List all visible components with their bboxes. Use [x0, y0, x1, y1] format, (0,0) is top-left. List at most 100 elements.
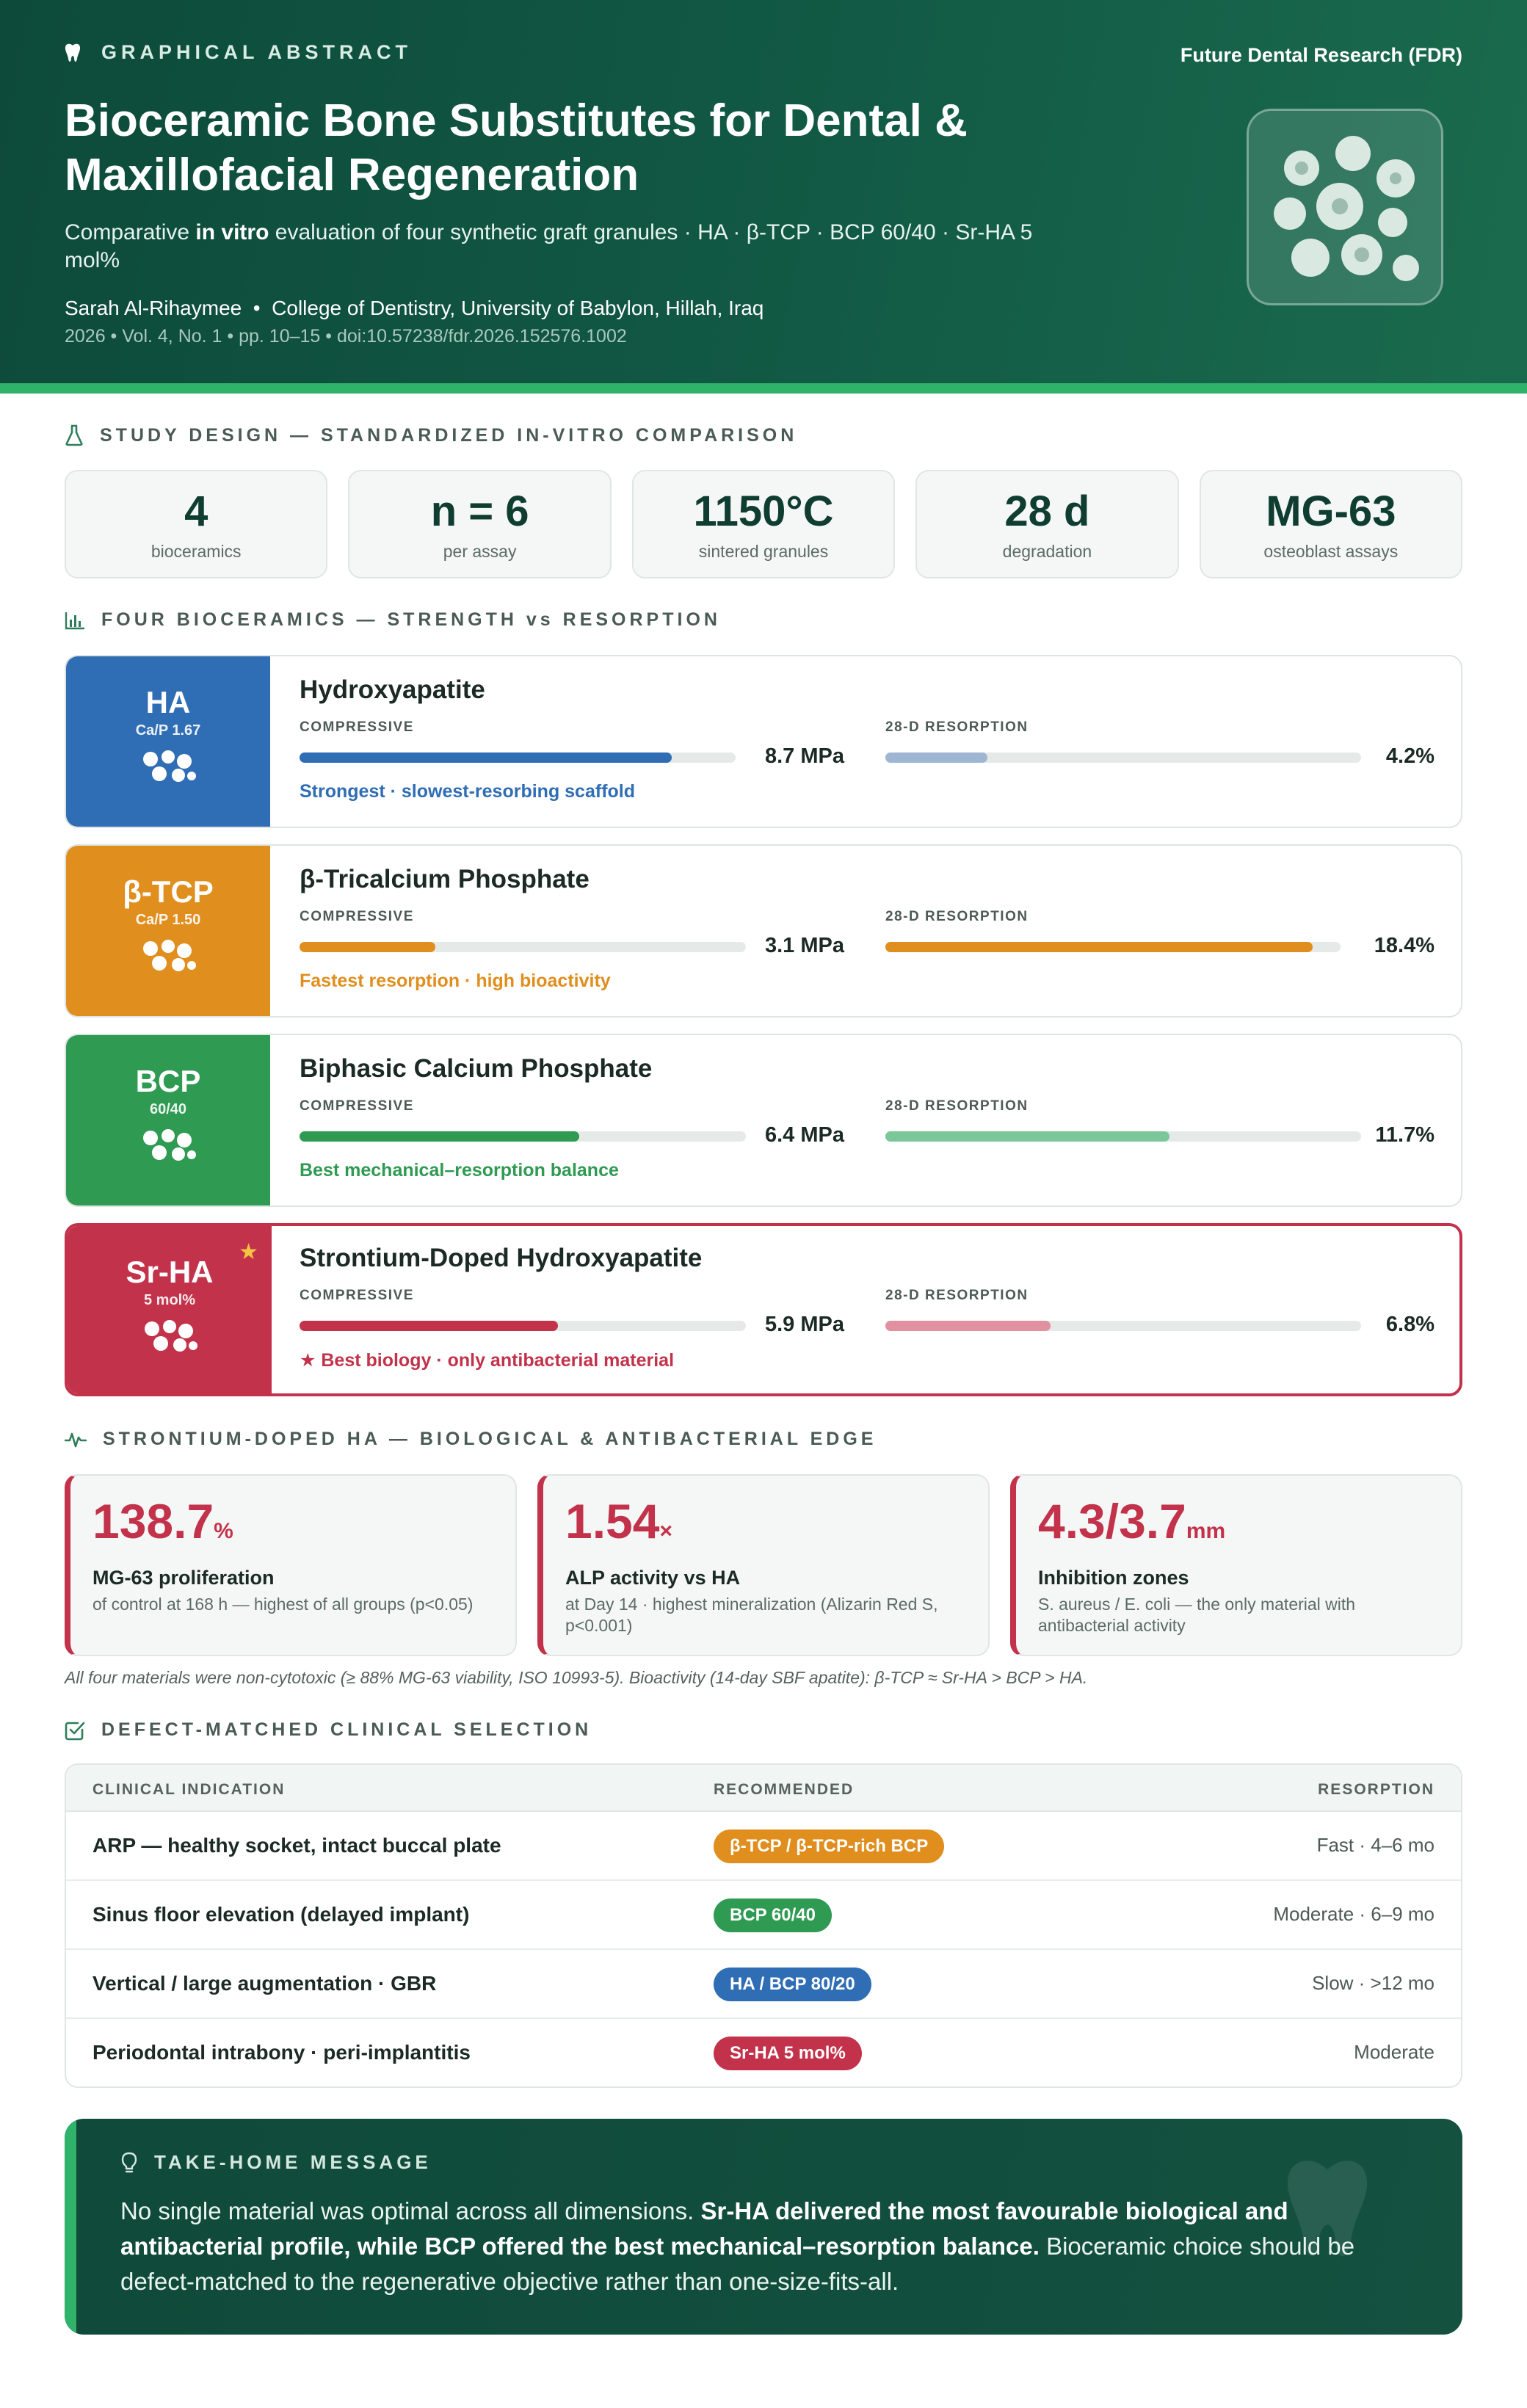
subtitle-emphasis: in vitro	[195, 220, 269, 244]
srha-heading-row: STRONTIUM-DOPED HA — BIOLOGICAL & ANTIBA…	[65, 1429, 877, 1450]
compressive-label: COMPRESSIVE	[300, 719, 414, 735]
clinical-selection-table: CLINICAL INDICATION RECOMMENDED RESORPTI…	[65, 1763, 1462, 2088]
material-name: Biphasic Calcium Phosphate	[300, 1054, 653, 1083]
resorption-cell: Moderate · 6–9 mo	[1273, 1903, 1434, 1925]
author-name: Sarah Al-Rihaymee	[65, 297, 242, 319]
indication-cell: Periodontal intrabony · peri-implantitis	[93, 2041, 471, 2064]
table-header: CLINICAL INDICATION RECOMMENDED RESORPTI…	[66, 1765, 1461, 1812]
highlight-unit: %	[214, 1519, 233, 1543]
highlight-title: ALP activity vs HA	[565, 1567, 741, 1589]
highlight-description: at Day 14 · highest mineralization (Aliz…	[565, 1595, 938, 1635]
stat-value: n = 6	[430, 487, 529, 535]
page-title: Bioceramic Bone Substitutes for Dental &…	[65, 95, 968, 200]
cytotoxicity-footnote: All four materials were non-cytotoxic (≥…	[65, 1668, 1088, 1687]
stat-label: per assay	[443, 542, 517, 561]
table-row: Vertical / large augmentation · GBR HA /…	[66, 1950, 1461, 2019]
take-home-heading-row: TAKE-HOME MESSAGE	[120, 2151, 432, 2174]
material-card-srha: Sr-HA 5 mol% ★ Strontium-Doped Hydroxyapati…	[65, 1223, 1462, 1396]
compressive-value: 5.9 MPa	[765, 1313, 844, 1336]
stat-value: MG-63	[1266, 487, 1396, 535]
stat-label: bioceramics	[150, 542, 242, 561]
compressive-label: COMPRESSIVE	[300, 1098, 414, 1114]
highlight-number: 4.3/3.7	[1038, 1494, 1186, 1548]
material-tile-srha: Sr-HA 5 mol% ★	[68, 1226, 272, 1393]
clinical-heading-row: DEFECT-MATCHED CLINICAL SELECTION	[65, 1719, 592, 1741]
material-card-btcp: β-TCP Ca/P 1.50 β-Tricalcium Phosphate COMP…	[65, 844, 1462, 1018]
material-abbreviation: β-TCP	[123, 874, 214, 909]
resorption-track	[885, 942, 1341, 952]
star-icon: ★	[239, 1240, 258, 1264]
citation-line: 2026 • Vol. 4, No. 1 • pp. 10–15 • doi:1…	[65, 326, 627, 347]
compressive-track	[300, 752, 736, 763]
material-subtitle: 60/40	[149, 1101, 187, 1117]
materials-heading-row: FOUR BIOCERAMICS — STRENGTH vs RESORPTIO…	[65, 609, 721, 631]
stat-card-sintering: 1150°C sintered granules	[631, 470, 896, 579]
take-home-message: No single material was optimal across al…	[120, 2194, 1412, 2299]
granules-icon	[143, 1129, 196, 1161]
take-home-pre: No single material was optimal across al…	[120, 2197, 701, 2224]
resorption-bar	[885, 1131, 1169, 1142]
graphical-abstract-label: GRAPHICAL ABSTRACT	[101, 41, 412, 63]
page-subtitle: Comparative in vitro evaluation of four …	[65, 219, 1078, 275]
column-header-recommended: RECOMMENDED	[714, 1781, 855, 1798]
material-name: β-Tricalcium Phosphate	[300, 865, 590, 893]
clinical-heading: DEFECT-MATCHED CLINICAL SELECTION	[101, 1719, 592, 1740]
graphical-abstract-label-row: GRAPHICAL ABSTRACT	[65, 41, 412, 64]
highlight-card-proliferation: 138.7% MG-63 proliferation of control at…	[65, 1474, 517, 1656]
granules-logo	[1247, 109, 1443, 305]
recommended-pill: HA / BCP 80/20	[714, 1968, 871, 2001]
compressive-value: 3.1 MPa	[765, 934, 844, 957]
material-subtitle: 5 mol%	[143, 1292, 196, 1308]
compressive-bar	[300, 942, 435, 952]
journal-name: Future Dental Research (FDR)	[1180, 44, 1462, 66]
stat-value: 28 d	[1004, 487, 1090, 535]
author-separator: •	[253, 297, 261, 319]
resorption-bar	[885, 942, 1313, 952]
lightbulb-icon	[121, 2152, 137, 2172]
resorption-label: 28-D RESORPTION	[885, 719, 1029, 735]
resorption-track	[885, 1131, 1361, 1142]
material-note: Best mechanical–resorption balance	[300, 1160, 619, 1181]
material-subtitle: Ca/P 1.67	[135, 722, 201, 739]
material-note: Strongest · slowest-resorbing scaffold	[300, 781, 636, 802]
study-design-stats: 4 bioceramics n = 6 per assay 1150°C sinter…	[65, 470, 1463, 579]
material-name: Strontium-Doped Hydroxyapatite	[300, 1244, 703, 1272]
indication-cell: ARP — healthy socket, intact buccal plat…	[93, 1834, 501, 1857]
table-row: Sinus floor elevation (delayed implant) …	[66, 1881, 1461, 1950]
material-note: ★ Best biology · only antibacterial mate…	[300, 1350, 675, 1371]
material-tile-btcp: β-TCP Ca/P 1.50	[66, 846, 270, 1016]
highlight-number: 1.54	[565, 1494, 660, 1548]
resorption-track	[885, 1321, 1361, 1331]
resorption-cell: Moderate	[1354, 2041, 1434, 2063]
material-card-bcp: BCP 60/40 Biphasic Calcium Phosphate COMPRE…	[65, 1034, 1462, 1207]
highlight-description: S. aureus / E. coli — the only material …	[1038, 1595, 1356, 1635]
resorption-label: 28-D RESORPTION	[885, 1288, 1029, 1303]
take-home-panel: TAKE-HOME MESSAGE No single material was…	[65, 2119, 1462, 2335]
compressive-value: 8.7 MPa	[765, 744, 844, 768]
resorption-label: 28-D RESORPTION	[885, 909, 1029, 924]
pulse-icon	[65, 1432, 87, 1447]
highlight-value: 4.3/3.7mm	[1038, 1493, 1439, 1559]
highlight-title: MG-63 proliferation	[93, 1567, 275, 1589]
highlight-value: 138.7%	[93, 1493, 493, 1559]
study-design-heading-row: STUDY DESIGN — STANDARDIZED IN-VITRO COM…	[65, 424, 797, 446]
recommended-pill: BCP 60/40	[714, 1899, 832, 1932]
compressive-track	[300, 942, 746, 952]
resorption-value: 6.8%	[1385, 1313, 1434, 1336]
materials-heading: FOUR BIOCERAMICS — STRENGTH vs RESORPTIO…	[101, 609, 721, 630]
granules-icon	[143, 940, 196, 971]
resorption-track	[885, 752, 1361, 763]
flask-icon	[65, 424, 83, 446]
stat-label: sintered granules	[698, 542, 829, 561]
granules-icon	[1274, 136, 1419, 281]
material-card-ha: HA Ca/P 1.67 Hydroxyapatite COMPRESSIVE 8.7 …	[65, 655, 1462, 828]
indication-cell: Vertical / large augmentation · GBR	[93, 1972, 437, 1995]
material-tile-ha: HA Ca/P 1.67	[66, 656, 270, 827]
header-accent-stripe	[0, 383, 1527, 394]
stat-value: 1150°C	[693, 487, 834, 535]
stat-label: osteoblast assays	[1263, 542, 1399, 561]
indication-cell: Sinus floor elevation (delayed implant)	[93, 1903, 470, 1926]
subtitle-pre: Comparative	[65, 220, 196, 244]
material-name: Hydroxyapatite	[300, 675, 485, 704]
table-row: Periodontal intrabony · peri-implantitis…	[66, 2019, 1461, 2086]
